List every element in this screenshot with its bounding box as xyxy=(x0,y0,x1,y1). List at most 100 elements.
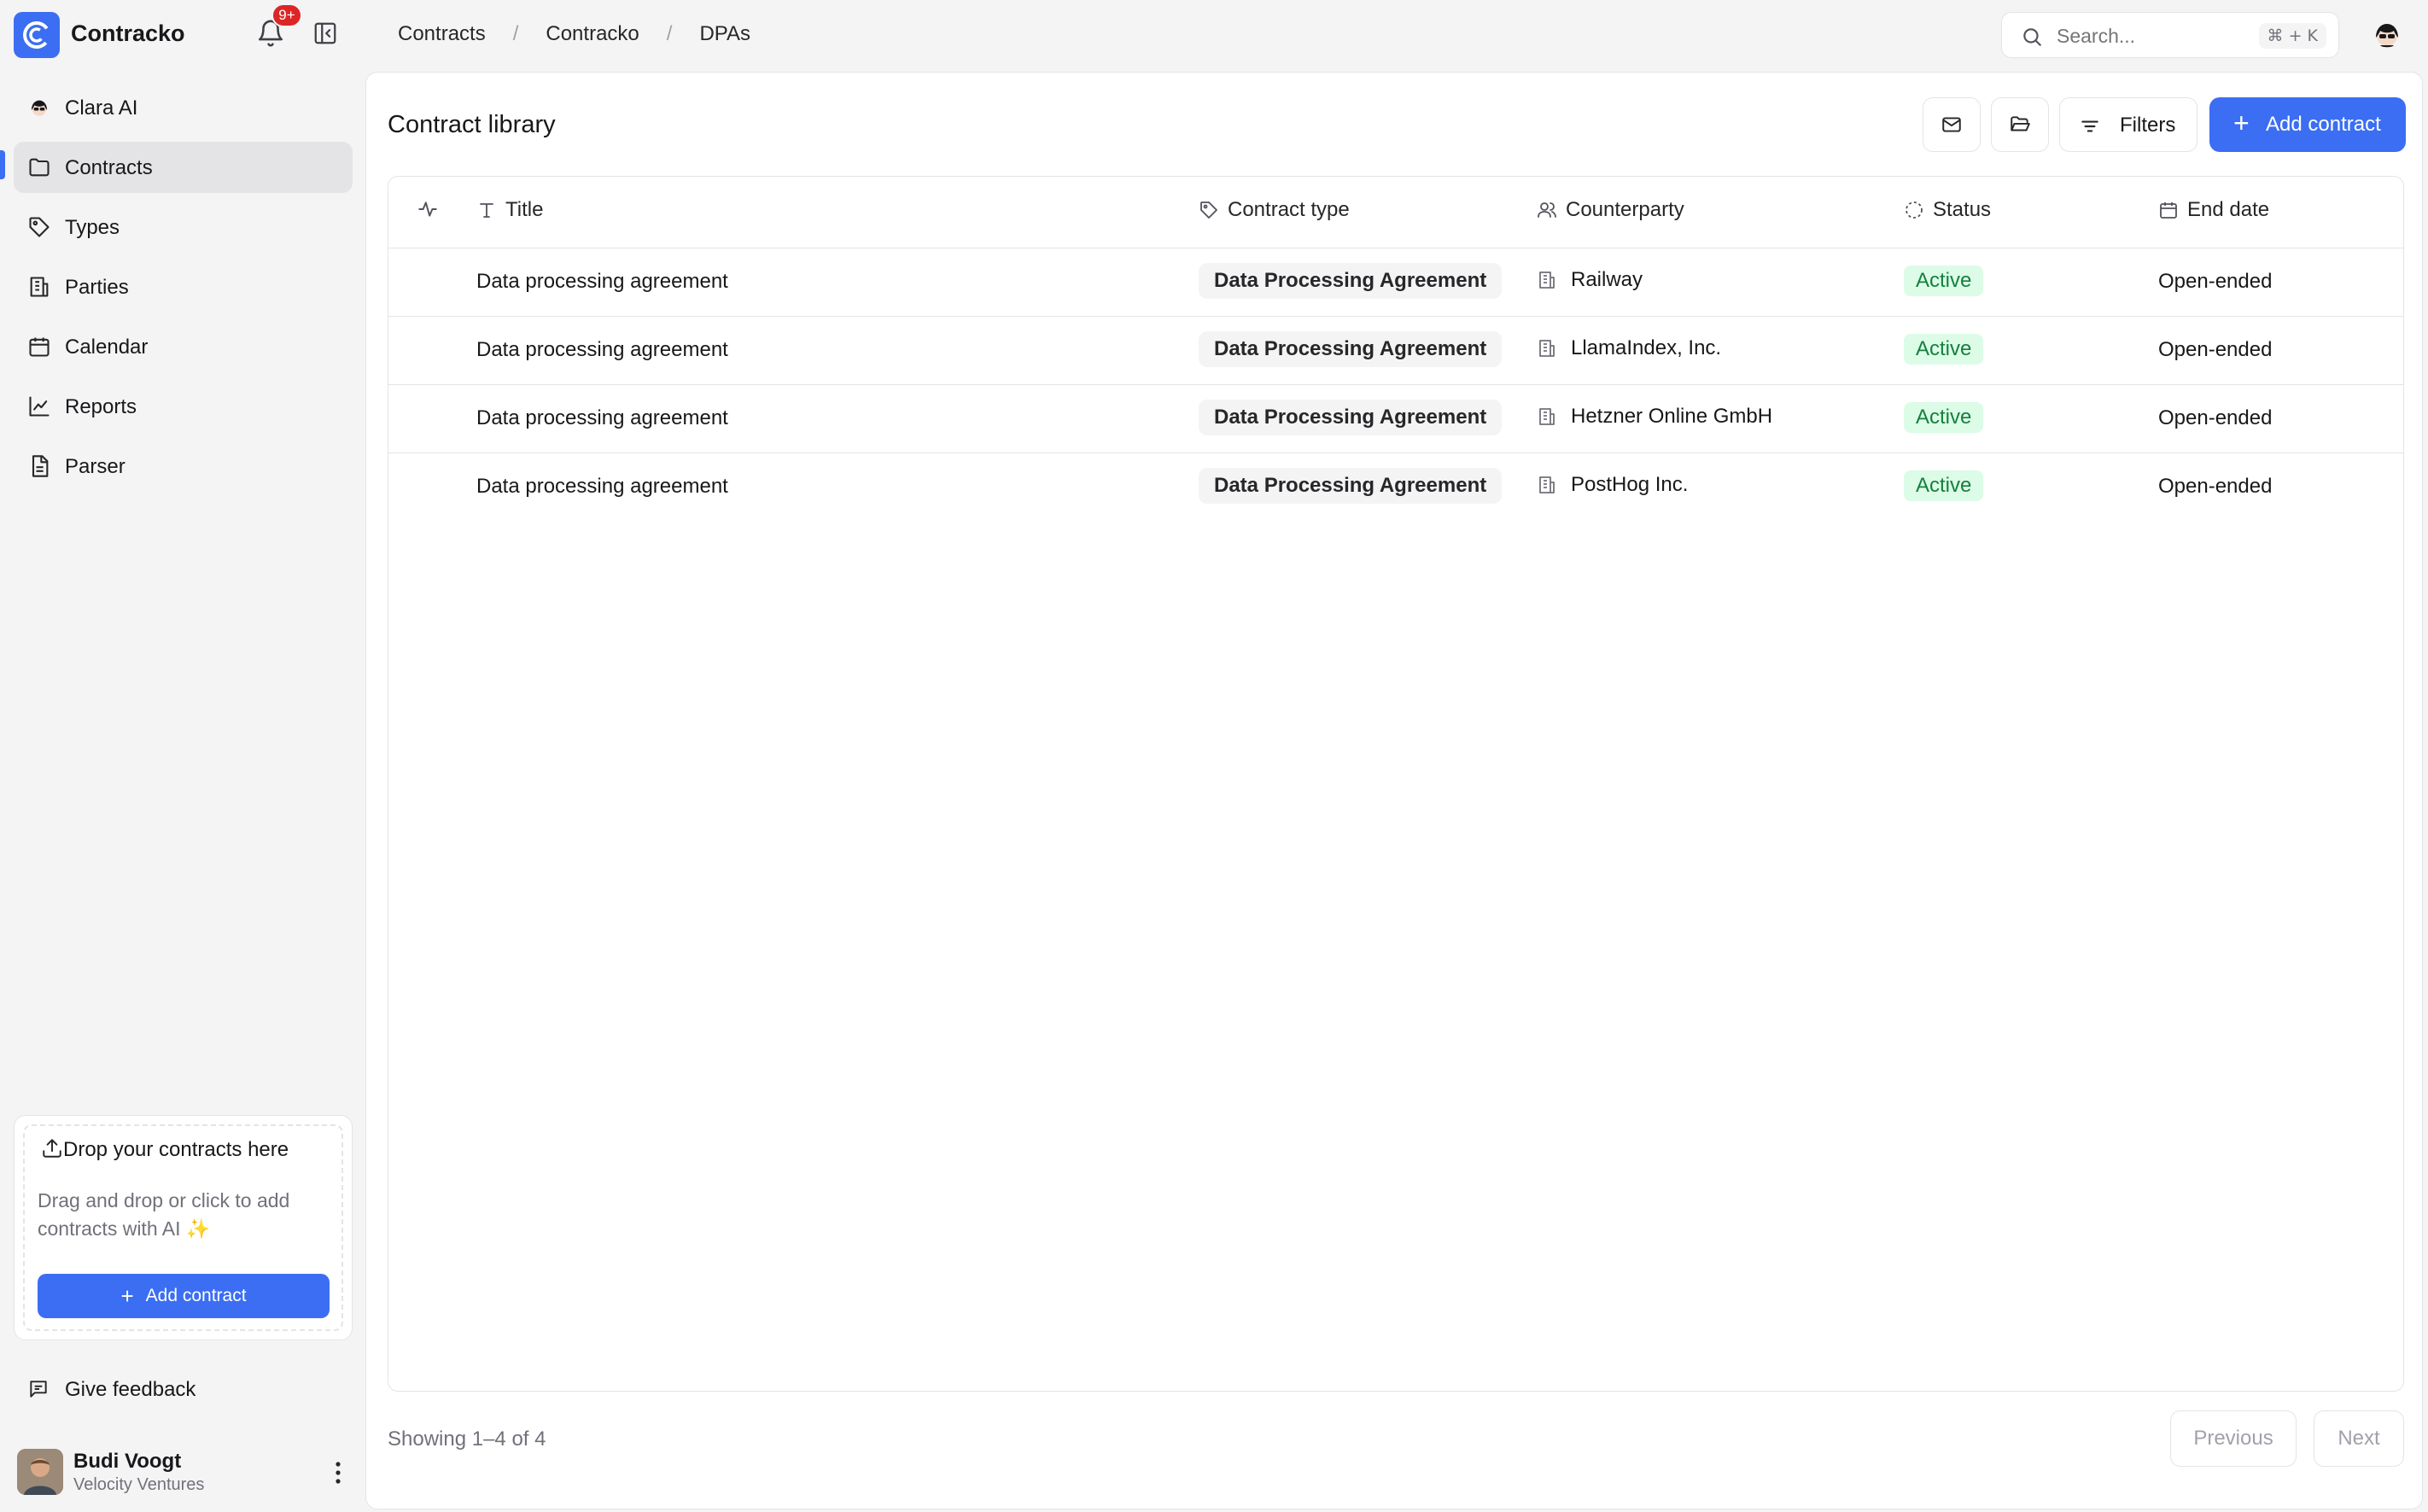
activity-icon xyxy=(418,201,437,217)
row-title[interactable]: Data processing agreement xyxy=(476,475,728,499)
row-divider xyxy=(388,452,2403,453)
sidebar-toggle-icon[interactable] xyxy=(312,20,340,48)
plus-icon: + xyxy=(2233,108,2250,138)
calendar-icon xyxy=(29,337,50,357)
status-badge: Active xyxy=(1904,470,1984,501)
building-icon xyxy=(1539,340,1555,357)
sidebar-item-label: Parser xyxy=(65,455,125,478)
next-page-button[interactable]: Next xyxy=(2314,1410,2404,1467)
column-status[interactable]: Status xyxy=(1904,198,1991,222)
tag-icon xyxy=(1200,201,1217,219)
search-shortcut-hint: ⌘ + K xyxy=(2258,23,2326,49)
column-contract-type-label: Contract type xyxy=(1228,198,1350,221)
text-type-icon xyxy=(480,203,493,218)
line-chart-icon xyxy=(29,396,50,417)
filter-icon xyxy=(2081,120,2098,132)
end-date-cell: Open-ended xyxy=(2158,475,2273,498)
counterparty-cell[interactable]: PostHog Inc. xyxy=(1537,473,1688,497)
breadcrumb-separator: / xyxy=(666,22,673,45)
tag-icon xyxy=(29,217,50,237)
counterparty-name: PostHog Inc. xyxy=(1571,473,1689,496)
filters-label: Filters xyxy=(2120,114,2176,137)
search-box[interactable]: ⌘ + K xyxy=(2001,12,2339,58)
add-contract-button[interactable]: + Add contract xyxy=(2209,97,2406,152)
building-icon xyxy=(30,277,49,297)
give-feedback-button[interactable]: Give feedback xyxy=(14,1364,353,1414)
contract-type-pill: Data Processing Agreement xyxy=(1199,400,1503,435)
column-status-label: Status xyxy=(1933,198,1992,221)
sidebar-item-calendar[interactable]: Calendar xyxy=(14,321,353,372)
building-icon xyxy=(1539,476,1555,493)
sidebar-item-parties[interactable]: Parties xyxy=(14,261,353,312)
pagination-summary: Showing 1–4 of 4 xyxy=(388,1427,546,1451)
upload-icon xyxy=(43,1139,61,1158)
counterparty-name: Hetzner Online GmbH xyxy=(1571,405,1773,428)
assistant-avatar-icon[interactable] xyxy=(2370,17,2404,51)
row-title[interactable]: Data processing agreement xyxy=(476,338,728,362)
sidebar-item-label: Clara AI xyxy=(65,96,138,120)
counterparty-cell[interactable]: Railway xyxy=(1537,268,1643,292)
page-title: Contract library xyxy=(388,111,556,138)
breadcrumb-item-current[interactable]: DPAs xyxy=(699,22,750,46)
users-icon xyxy=(1538,202,1556,218)
user-avatar xyxy=(17,1449,63,1495)
sidebar-item-reports[interactable]: Reports xyxy=(14,381,353,432)
counterparty-name: Railway xyxy=(1571,268,1643,291)
mail-icon xyxy=(1942,117,1961,132)
calendar-icon xyxy=(2160,202,2177,219)
sidebar-item-types[interactable]: Types xyxy=(14,201,353,253)
drop-zone-title: Drop your contracts here xyxy=(63,1138,289,1161)
drop-zone-description: Drag and drop or click to add contracts … xyxy=(38,1189,290,1240)
folder-open-icon xyxy=(2011,116,2030,131)
column-end-date[interactable]: End date xyxy=(2158,198,2269,222)
column-counterparty[interactable]: Counterparty xyxy=(1537,198,1684,222)
sidebar-item-contracts[interactable]: Contracts xyxy=(14,142,353,193)
previous-page-button[interactable]: Previous xyxy=(2170,1410,2297,1467)
end-date-cell: Open-ended xyxy=(2158,270,2273,293)
app-name: Contracko xyxy=(71,20,185,46)
column-contract-type[interactable]: Contract type xyxy=(1199,198,1350,222)
notification-badge: 9+ xyxy=(271,3,302,27)
open-folder-button[interactable] xyxy=(1991,97,2049,152)
counterparty-cell[interactable]: LlamaIndex, Inc. xyxy=(1537,336,1721,360)
app-logo-icon[interactable] xyxy=(14,12,60,58)
breadcrumb: Contracts / Contracko / DPAs xyxy=(398,22,750,46)
column-end-date-label: End date xyxy=(2187,198,2270,221)
building-icon xyxy=(1539,271,1555,289)
sidebar-item-parser[interactable]: Parser xyxy=(14,441,353,492)
filters-button[interactable]: Filters xyxy=(2059,97,2197,152)
contract-type-pill: Data Processing Agreement xyxy=(1199,263,1503,299)
end-date-cell: Open-ended xyxy=(2158,406,2273,429)
sidebar-item-label: Types xyxy=(65,216,120,239)
user-org: Velocity Ventures xyxy=(73,1475,205,1494)
user-profile[interactable]: Budi Voogt Velocity Ventures xyxy=(0,1434,367,1511)
row-title[interactable]: Data processing agreement xyxy=(476,406,728,430)
breadcrumb-item-contracts[interactable]: Contracts xyxy=(398,22,486,46)
column-counterparty-label: Counterparty xyxy=(1566,198,1684,221)
end-date-cell: Open-ended xyxy=(2158,338,2273,361)
add-contract-label: Add contract xyxy=(2266,113,2381,136)
sidebar-item-label: Parties xyxy=(65,276,129,299)
more-vertical-icon[interactable] xyxy=(330,1458,347,1487)
document-icon xyxy=(32,455,49,477)
column-title[interactable]: Title xyxy=(476,198,543,222)
breadcrumb-item-workspace[interactable]: Contracko xyxy=(546,22,639,46)
assistant-avatar-icon xyxy=(31,100,48,116)
status-dashed-circle-icon xyxy=(1906,201,1923,219)
status-badge: Active xyxy=(1904,402,1984,433)
counterparty-cell[interactable]: Hetzner Online GmbH xyxy=(1537,405,1772,429)
row-divider xyxy=(388,316,2403,317)
building-icon xyxy=(1539,408,1555,425)
status-badge: Active xyxy=(1904,266,1984,296)
search-input[interactable] xyxy=(2057,21,2253,50)
sidebar-item-clara-ai[interactable]: Clara AI xyxy=(14,82,353,133)
sidebar-add-contract-button[interactable]: + Add contract xyxy=(38,1274,330,1318)
column-activity[interactable] xyxy=(417,198,447,220)
search-icon xyxy=(2023,28,2041,46)
row-title[interactable]: Data processing agreement xyxy=(476,270,728,294)
breadcrumb-separator: / xyxy=(512,22,519,45)
email-import-button[interactable] xyxy=(1923,97,1981,152)
status-badge: Active xyxy=(1904,334,1984,365)
folder-icon xyxy=(29,158,50,177)
user-name: Budi Voogt xyxy=(73,1450,182,1473)
